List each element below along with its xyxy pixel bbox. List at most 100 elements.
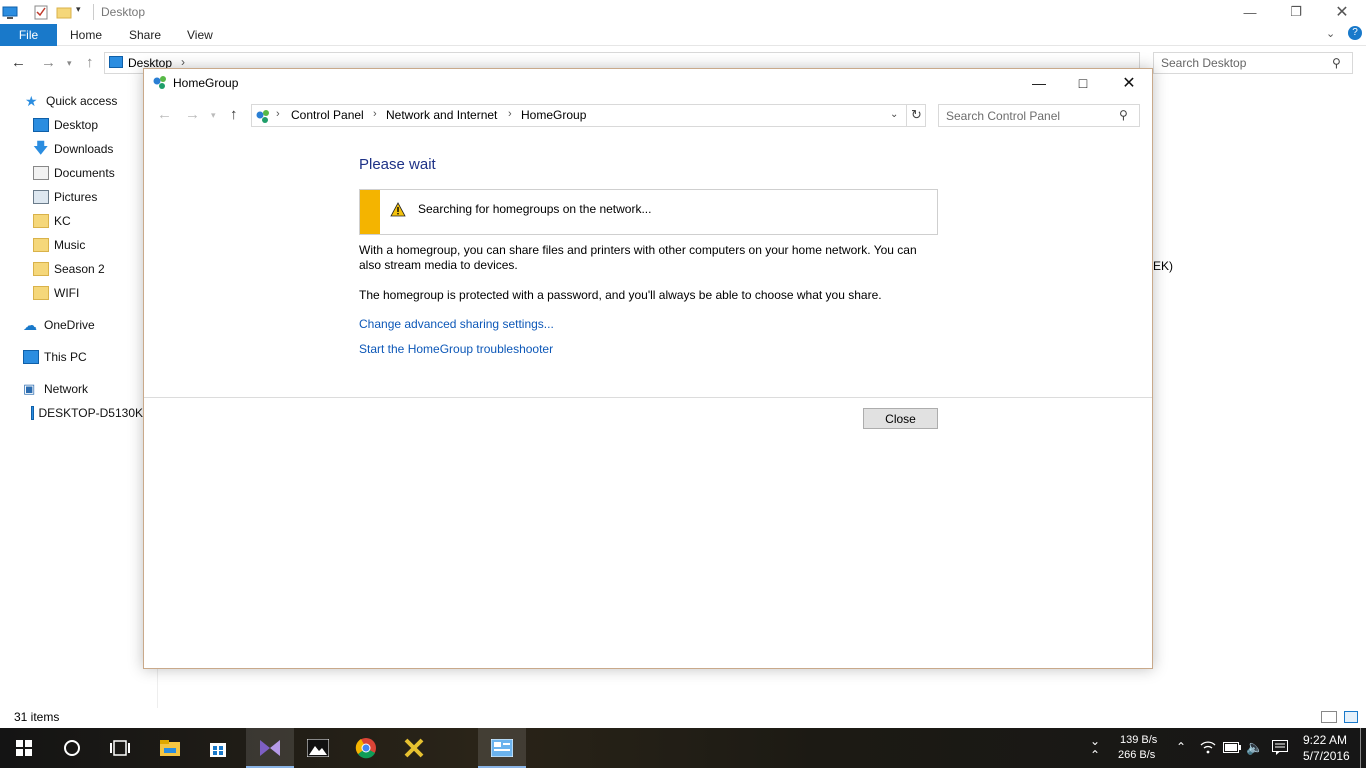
pictures-icon xyxy=(33,190,49,204)
start-button[interactable] xyxy=(0,728,48,768)
address-chevron-icon: › xyxy=(181,55,185,69)
breadcrumb-homegroup[interactable]: HomeGroup xyxy=(521,108,586,122)
dialog-search-input[interactable]: Search Control Panel xyxy=(938,104,1140,127)
nav-label: Network xyxy=(44,382,89,396)
status-bar: 31 items xyxy=(0,708,1366,728)
page-heading: Please wait xyxy=(359,156,436,173)
task-view-button[interactable] xyxy=(96,728,144,768)
refresh-icon[interactable]: ↻ xyxy=(911,107,922,123)
new-folder-icon[interactable] xyxy=(56,4,72,20)
show-hidden-icons-chevron-icon[interactable]: ⌃ xyxy=(1176,740,1186,754)
back-arrow-icon[interactable]: ← xyxy=(11,54,26,71)
breadcrumb-control-panel[interactable]: Control Panel xyxy=(291,108,364,122)
nav-item-this-pc[interactable]: This PC xyxy=(23,347,87,367)
clock-date[interactable]: 5/7/2016 xyxy=(1303,749,1350,763)
nav-label: KC xyxy=(54,214,71,228)
password-paragraph: The homegroup is protected with a passwo… xyxy=(359,288,882,302)
windows-logo-icon xyxy=(16,740,32,756)
recent-locations-chevron-icon[interactable]: ▾ xyxy=(67,58,72,69)
item-count: 31 items xyxy=(14,710,60,724)
breadcrumb-chevron-icon: › xyxy=(373,108,377,120)
warning-icon xyxy=(390,202,406,220)
breadcrumb-network-and-internet[interactable]: Network and Internet xyxy=(386,108,497,122)
nav-item-network[interactable]: ▣ Network xyxy=(23,379,88,399)
file-list-partial-text: EK) xyxy=(1153,259,1174,273)
minimize-button[interactable]: — xyxy=(1227,0,1273,24)
tab-share[interactable]: Share xyxy=(129,28,161,42)
dialog-recent-chevron-icon[interactable]: ▾ xyxy=(211,110,216,121)
properties-icon[interactable] xyxy=(33,4,49,20)
nav-label: Season 2 xyxy=(54,262,105,276)
action-center-icon[interactable] xyxy=(1272,740,1288,758)
nav-item-documents[interactable]: Documents xyxy=(33,163,115,183)
address-separator xyxy=(906,105,907,126)
large-icons-view-icon[interactable] xyxy=(1344,711,1358,723)
dialog-address-bar[interactable]: › Control Panel › Network and Internet ›… xyxy=(251,104,926,127)
folder-icon xyxy=(33,286,49,300)
battery-icon[interactable] xyxy=(1223,742,1241,756)
nav-item-onedrive[interactable]: ☁ OneDrive xyxy=(23,315,95,335)
nav-label: Quick access xyxy=(46,94,118,108)
dialog-maximize-button[interactable]: □ xyxy=(1060,69,1106,97)
homegroup-icon xyxy=(152,74,168,93)
dialog-close-x-button[interactable]: ✕ xyxy=(1106,69,1152,97)
address-dropdown-chevron-icon[interactable]: ⌄ xyxy=(890,109,898,120)
navigation-pane: ★ Quick access Desktop 🡇 Downloads Docum… xyxy=(0,88,158,708)
forward-arrow-icon[interactable]: → xyxy=(41,54,56,71)
expand-ribbon-chevron-icon[interactable]: ⌄ xyxy=(1326,27,1335,40)
nav-label: This PC xyxy=(44,350,87,364)
photos-icon xyxy=(307,739,329,757)
nav-item-desktop-pc[interactable]: DESKTOP-D5130K xyxy=(31,403,143,423)
explorer-search-input[interactable]: Search Desktop xyxy=(1153,52,1353,74)
nav-label: Music xyxy=(54,238,86,252)
show-desktop-button[interactable] xyxy=(1360,728,1361,768)
advanced-sharing-link[interactable]: Change advanced sharing settings... xyxy=(359,317,554,331)
tools-taskbar-button[interactable] xyxy=(390,728,438,768)
tab-file[interactable]: File xyxy=(0,24,57,46)
restore-button[interactable]: ❐ xyxy=(1273,0,1319,24)
cortana-search-button[interactable] xyxy=(48,728,96,768)
title-separator xyxy=(93,4,94,20)
nav-item-desktop[interactable]: Desktop xyxy=(33,115,98,135)
nav-item-wifi[interactable]: WIFI xyxy=(33,283,79,303)
help-icon[interactable]: ? xyxy=(1348,26,1362,40)
dialog-up-arrow-icon[interactable]: ↑ xyxy=(230,106,238,123)
file-explorer-taskbar-button[interactable] xyxy=(146,728,194,768)
details-view-icon[interactable] xyxy=(1321,711,1337,723)
photos-taskbar-button[interactable] xyxy=(294,728,342,768)
nav-item-music[interactable]: Music xyxy=(33,235,85,255)
nav-item-kc[interactable]: KC xyxy=(33,211,71,231)
visual-studio-taskbar-button[interactable] xyxy=(246,728,294,768)
network-download-speed: 266 B/s xyxy=(1118,749,1156,761)
nav-item-season-2[interactable]: Season 2 xyxy=(33,259,105,279)
dialog-back-arrow-icon[interactable]: ← xyxy=(157,106,172,123)
taskbar: ⌄ ⌃ 139 B/s 266 B/s ⌃ 🔈 9:22 AM 5/7/2016 xyxy=(0,728,1366,768)
wifi-icon[interactable] xyxy=(1200,740,1216,757)
tab-view[interactable]: View xyxy=(187,28,213,42)
control-panel-taskbar-button[interactable] xyxy=(478,728,526,768)
quick-access-toolbar-dropdown-icon[interactable]: ▾ xyxy=(76,4,92,20)
desktop-location-icon xyxy=(109,56,123,68)
chrome-taskbar-button[interactable] xyxy=(342,728,390,768)
close-button[interactable]: Close xyxy=(863,408,938,429)
clock-time[interactable]: 9:22 AM xyxy=(1303,733,1347,747)
store-taskbar-button[interactable] xyxy=(194,728,242,768)
dialog-minimize-button[interactable]: — xyxy=(1016,69,1062,97)
footer-divider xyxy=(144,397,1152,398)
download-chevron-icon: ⌃ xyxy=(1090,748,1101,762)
control-panel-icon xyxy=(491,739,513,757)
volume-icon[interactable]: 🔈 xyxy=(1246,739,1263,756)
info-bar: Searching for homegroups on the network.… xyxy=(359,189,938,235)
document-icon xyxy=(33,166,49,180)
ribbon: File Home Share View ⌄ ? xyxy=(0,24,1366,46)
close-window-button[interactable]: ✕ xyxy=(1319,0,1365,24)
nav-item-downloads[interactable]: 🡇 Downloads xyxy=(33,139,113,159)
dialog-title: HomeGroup xyxy=(173,76,239,90)
tab-home[interactable]: Home xyxy=(70,28,102,42)
troubleshooter-link[interactable]: Start the HomeGroup troubleshooter xyxy=(359,342,553,356)
nav-item-pictures[interactable]: Pictures xyxy=(33,187,97,207)
up-arrow-icon[interactable]: ↑ xyxy=(86,54,94,71)
nav-item-quick-access[interactable]: ★ Quick access xyxy=(25,91,117,111)
dialog-forward-arrow-icon[interactable]: → xyxy=(185,106,200,123)
network-upload-speed: 139 B/s xyxy=(1120,734,1158,746)
